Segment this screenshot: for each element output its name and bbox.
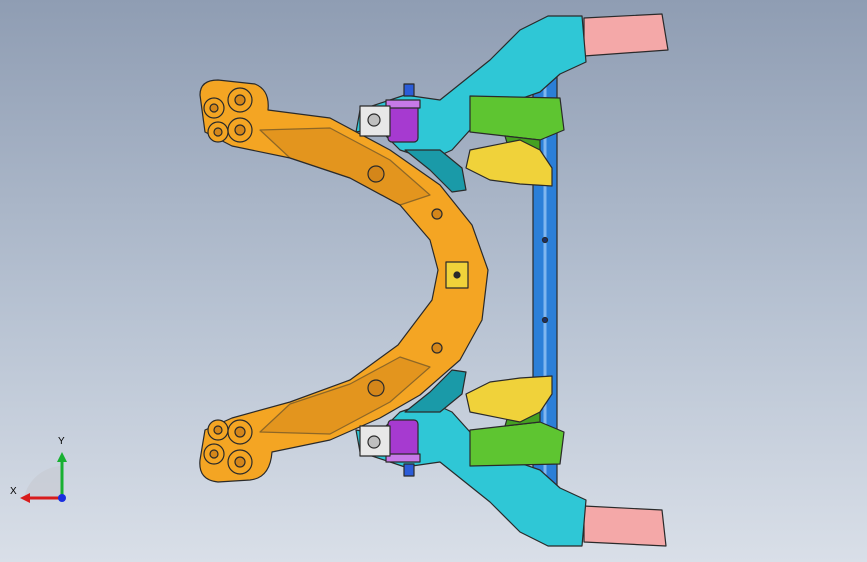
coordinate-triad: Y X (10, 436, 80, 512)
pink-extension-bottom (583, 505, 667, 547)
triad-y-label: Y (58, 436, 65, 447)
subframe-model[interactable] (199, 13, 669, 547)
green-bracket-bottom (469, 421, 565, 467)
purple-bushing-bottom (387, 419, 419, 459)
cad-viewport[interactable] (0, 0, 867, 562)
green-bracket-top (469, 95, 565, 141)
purple-bushing-top (387, 103, 419, 143)
z-axis-dot (58, 494, 66, 502)
triad-x-label: X (10, 486, 17, 497)
pink-extension-top (583, 13, 669, 57)
